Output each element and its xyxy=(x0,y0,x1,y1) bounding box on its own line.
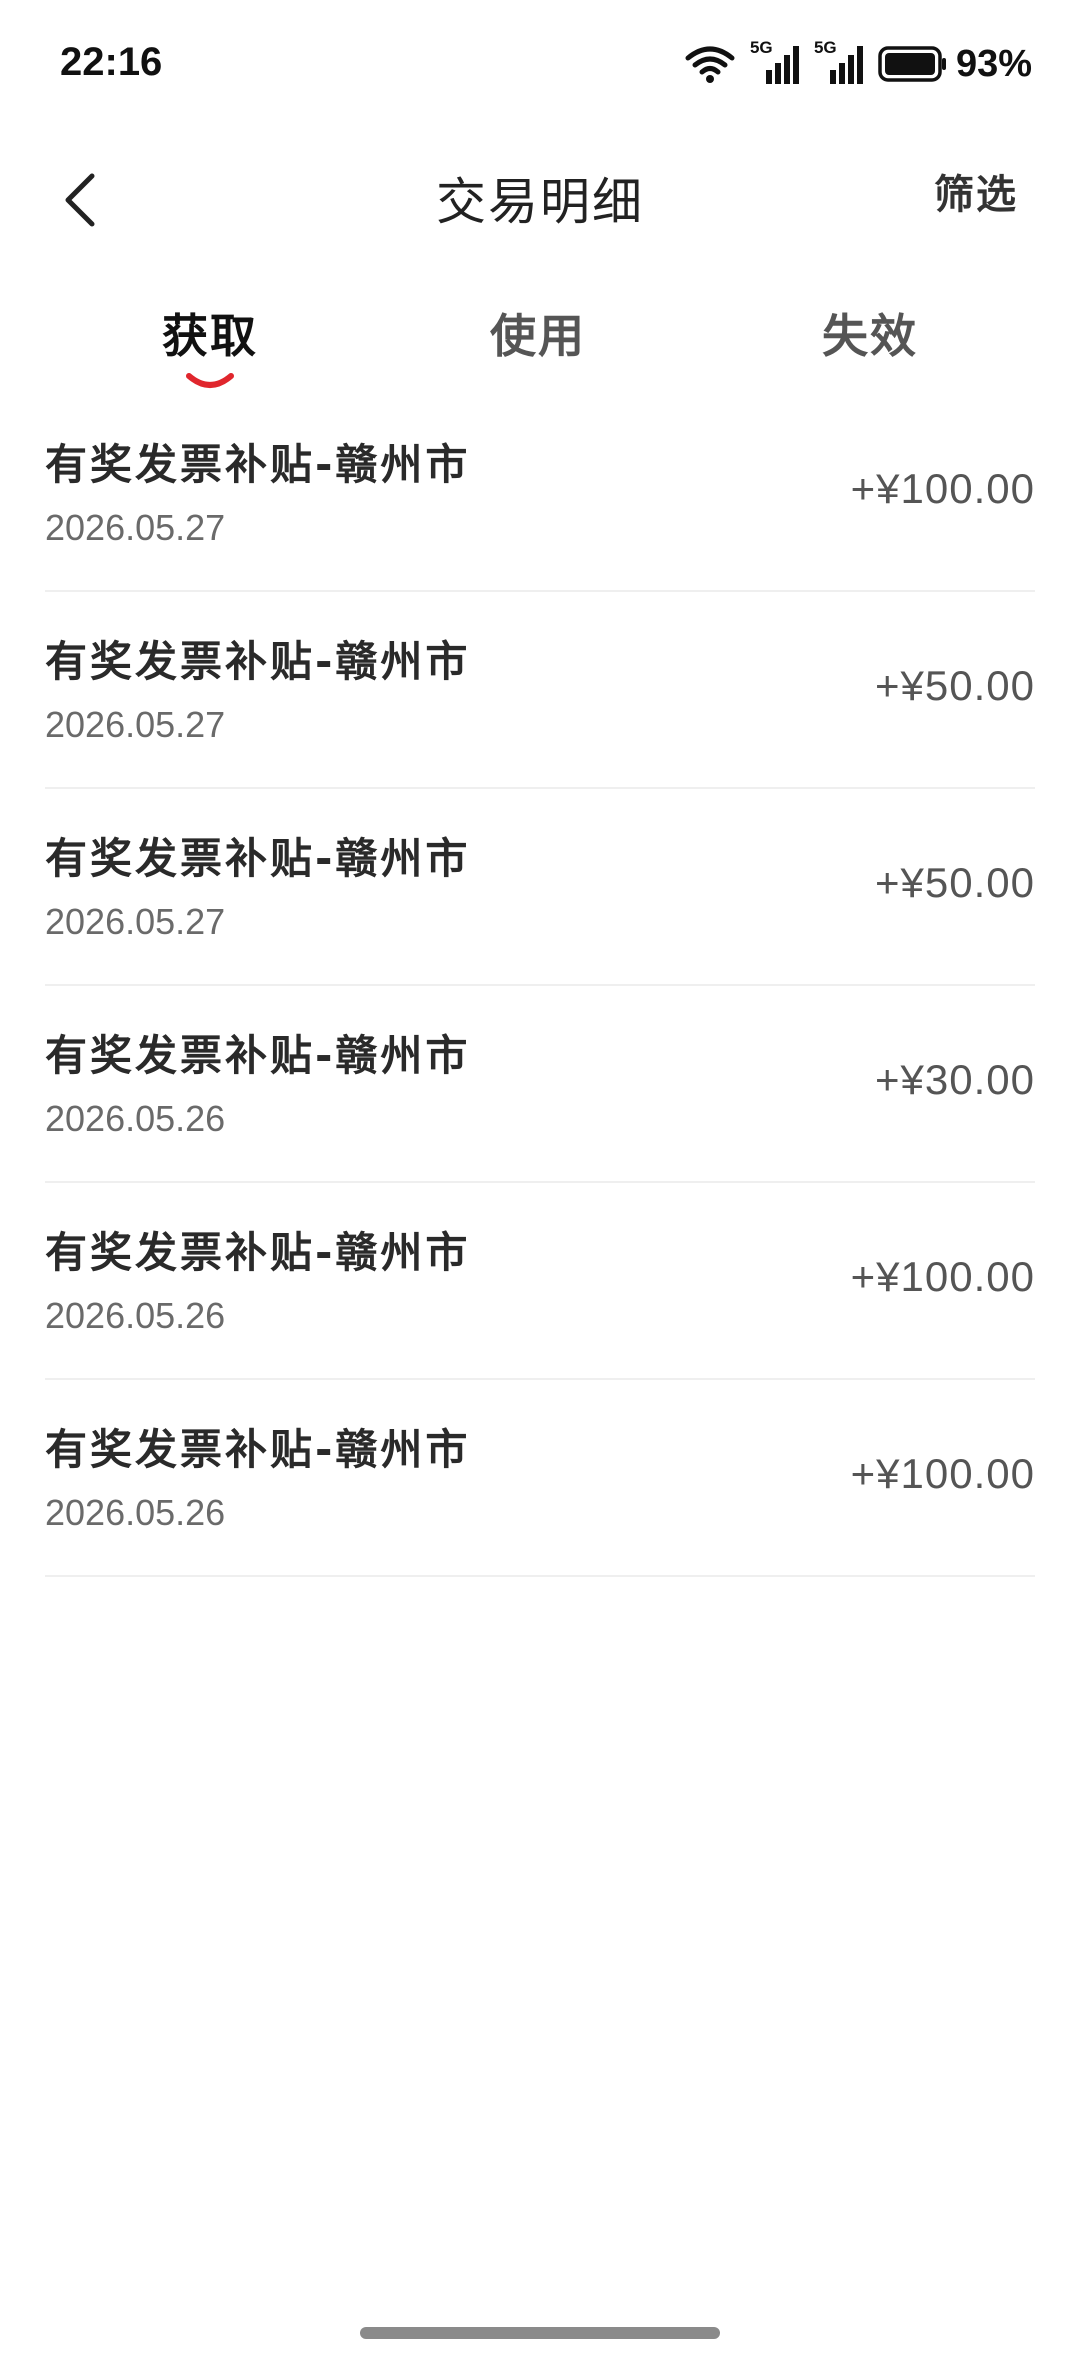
list-item[interactable]: 有奖发票补贴-赣州市 2026.05.26 +¥100.00 xyxy=(45,1183,1035,1380)
list-item[interactable]: 有奖发票补贴-赣州市 2026.05.27 +¥50.00 xyxy=(45,592,1035,789)
tab-expired[interactable]: 失效 xyxy=(770,300,970,366)
transaction-title: 有奖发票补贴-赣州市 xyxy=(45,637,471,686)
active-tab-indicator xyxy=(186,373,234,388)
transaction-date: 2026.05.27 xyxy=(45,704,226,745)
status-time: 22:16 xyxy=(60,40,163,84)
header: 交易明细 筛选 xyxy=(0,150,1080,250)
tab-use[interactable]: 使用 xyxy=(438,300,638,366)
transaction-title: 有奖发票补贴-赣州市 xyxy=(45,1228,471,1277)
transaction-title: 有奖发票补贴-赣州市 xyxy=(45,834,471,883)
list-item[interactable]: 有奖发票补贴-赣州市 2026.05.27 +¥50.00 xyxy=(45,789,1035,986)
signal-5g-icon: 5G xyxy=(750,38,800,86)
battery-icon xyxy=(878,46,948,82)
transaction-title: 有奖发票补贴-赣州市 xyxy=(45,1425,471,1474)
transaction-date: 2026.05.27 xyxy=(45,507,226,548)
page-title: 交易明细 xyxy=(436,173,644,231)
transaction-date: 2026.05.26 xyxy=(45,1295,226,1336)
transaction-amount: +¥100.00 xyxy=(850,465,1035,512)
transaction-list: 有奖发票补贴-赣州市 2026.05.27 +¥100.00 有奖发票补贴-赣州… xyxy=(45,395,1035,1577)
transaction-amount: +¥100.00 xyxy=(850,1253,1035,1300)
list-item[interactable]: 有奖发票补贴-赣州市 2026.05.26 +¥100.00 xyxy=(45,1380,1035,1577)
home-indicator[interactable] xyxy=(360,2327,720,2339)
transaction-amount: +¥50.00 xyxy=(875,859,1035,906)
tab-bar: 获取 使用 失效 xyxy=(0,300,1080,400)
filter-button[interactable]: 筛选 xyxy=(934,162,1018,220)
tab-obtain[interactable]: 获取 xyxy=(110,300,310,366)
transaction-date: 2026.05.26 xyxy=(45,1492,226,1533)
transaction-amount: +¥50.00 xyxy=(875,662,1035,709)
transaction-amount: +¥100.00 xyxy=(850,1450,1035,1497)
list-item[interactable]: 有奖发票补贴-赣州市 2026.05.27 +¥100.00 xyxy=(45,395,1035,592)
transaction-amount: +¥30.00 xyxy=(875,1056,1035,1103)
signal-5g-icon: 5G xyxy=(814,38,864,86)
transaction-title: 有奖发票补贴-赣州市 xyxy=(45,440,471,489)
transaction-title: 有奖发票补贴-赣州市 xyxy=(45,1031,471,1080)
list-item[interactable]: 有奖发票补贴-赣州市 2026.05.26 +¥30.00 xyxy=(45,986,1035,1183)
battery-percent: 93% xyxy=(955,42,1032,85)
transaction-date: 2026.05.27 xyxy=(45,901,226,942)
wifi-icon xyxy=(684,44,736,84)
transaction-date: 2026.05.26 xyxy=(45,1098,226,1139)
status-icons: 5G 5G 93% xyxy=(684,38,1032,86)
status-bar: 22:16 5G 5G 93% xyxy=(0,0,1080,130)
